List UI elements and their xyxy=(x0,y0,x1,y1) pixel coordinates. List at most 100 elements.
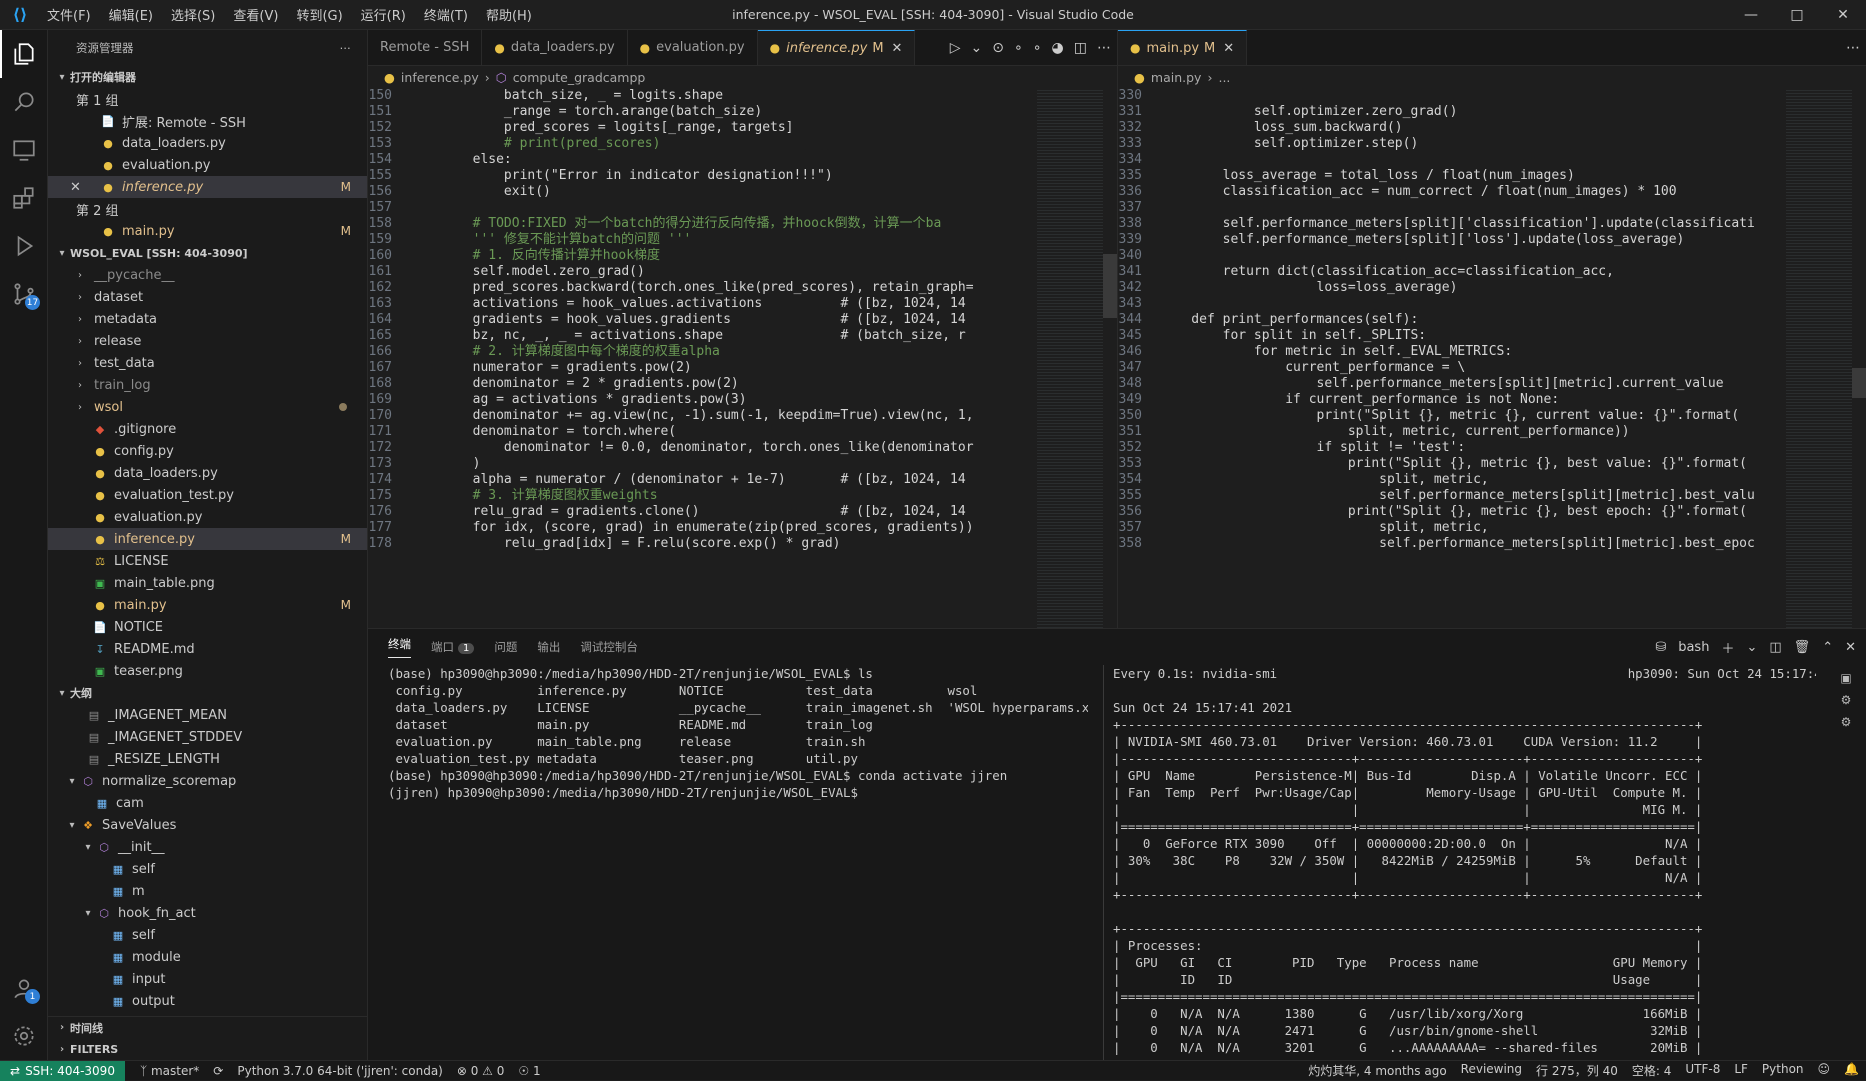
code-line[interactable]: 154 else: xyxy=(368,152,1117,168)
outline-item[interactable]: ▦ input xyxy=(48,968,367,990)
code-line[interactable]: 345 for split in self._SPLITS: xyxy=(1118,328,1866,344)
reviewing-status[interactable]: Reviewing xyxy=(1454,1062,1529,1079)
terminal-shell-label[interactable]: bash xyxy=(1678,640,1709,655)
sync-icon[interactable]: ⟳ xyxy=(206,1064,230,1078)
breadcrumb-symbol[interactable]: ... xyxy=(1218,70,1230,85)
folder-item[interactable]: › release xyxy=(48,330,367,352)
code-line[interactable]: 351 split, metric, current_performance)) xyxy=(1118,424,1866,440)
code-line[interactable]: 157 xyxy=(368,200,1117,216)
code-line[interactable]: 355 self.performance_meters[split][metri… xyxy=(1118,488,1866,504)
vertical-scrollbar[interactable] xyxy=(1103,88,1117,628)
code-area[interactable]: 330 331 self.optimizer.zero_grad() 332 los… xyxy=(1118,88,1866,628)
scrollbar-thumb[interactable] xyxy=(1852,368,1866,398)
git-next-icon[interactable]: ∘ xyxy=(1033,40,1042,56)
code-line[interactable]: 156 exit() xyxy=(368,184,1117,200)
code-line[interactable]: 173 ) xyxy=(368,456,1117,472)
source-control-icon[interactable]: 17 xyxy=(0,270,48,318)
minimize-icon[interactable]: — xyxy=(1728,0,1774,30)
code-line[interactable]: 176 relu_grad = gradients.clone() # ([bz… xyxy=(368,504,1117,520)
open-editor-item[interactable]: ● evaluation.py xyxy=(48,154,367,176)
close-panel-icon[interactable]: ✕ xyxy=(1845,640,1856,655)
code-line[interactable]: 356 print("Split {}, metric {}, best epo… xyxy=(1118,504,1866,520)
menu-file[interactable]: 文件(F) xyxy=(40,5,98,24)
breadcrumb-symbol[interactable]: compute_gradcampp xyxy=(513,70,646,85)
folder-item[interactable]: › train_log xyxy=(48,374,367,396)
terminal-right[interactable]: Every 0.1s: nvidia-smi hp3090: Sun Oct 2… xyxy=(1103,665,1816,1060)
tab-output[interactable]: 输出 xyxy=(537,639,560,655)
problems-indicator[interactable]: ⊗ 0 ⚠ 0 xyxy=(450,1064,512,1078)
cursor-position[interactable]: 行 275，列 40 xyxy=(1529,1062,1625,1079)
breadcrumb-file[interactable]: main.py xyxy=(1151,70,1202,85)
workspace-section[interactable]: ▾ WSOL_EVAL [SSH: 404-3090] xyxy=(48,242,367,264)
file-item[interactable]: ⚖ LICENSE xyxy=(48,550,367,572)
code-line[interactable]: 346 for metric in self._EVAL_METRICS: xyxy=(1118,344,1866,360)
git-lens-icon[interactable]: ◕ xyxy=(1052,40,1064,56)
code-line[interactable]: 358 self.performance_meters[split][metri… xyxy=(1118,536,1866,552)
menu-help[interactable]: 帮助(H) xyxy=(479,5,539,24)
explorer-icon[interactable] xyxy=(0,30,48,78)
code-line[interactable]: 334 xyxy=(1118,152,1866,168)
close-icon[interactable]: ✕ xyxy=(70,180,81,195)
close-icon[interactable]: ✕ xyxy=(892,41,903,56)
code-line[interactable]: 158 # TODO:FIXED 对一个batch的得分进行反向传播，并hooc… xyxy=(368,216,1117,232)
file-item[interactable]: ● main.py M xyxy=(48,594,367,616)
trash-icon[interactable]: 🗑 xyxy=(1794,640,1811,655)
file-item[interactable]: ▣ main_table.png xyxy=(48,572,367,594)
menu-run[interactable]: 运行(R) xyxy=(354,5,413,24)
code-line[interactable]: 153 # print(pred_scores) xyxy=(368,136,1117,152)
outline-item[interactable]: ▾ ⬡ normalize_scoremap xyxy=(48,770,367,792)
more-actions-icon[interactable]: ⋯ xyxy=(1846,40,1860,56)
code-line[interactable]: 330 xyxy=(1118,88,1866,104)
code-line[interactable]: 175 # 3. 计算梯度图权重weights xyxy=(368,488,1117,504)
code-line[interactable]: 337 xyxy=(1118,200,1866,216)
remote-indicator[interactable]: ⇄ SSH: 404-3090 xyxy=(0,1060,125,1081)
outline-item[interactable]: ▤ _IMAGENET_STDDEV xyxy=(48,726,367,748)
folder-item[interactable]: › test_data xyxy=(48,352,367,374)
code-line[interactable]: 152 pred_scores = logits[_range, targets… xyxy=(368,120,1117,136)
outline-item[interactable]: ▦ output xyxy=(48,990,367,1012)
file-item[interactable]: ● config.py xyxy=(48,440,367,462)
chevron-down-icon[interactable]: ⌄ xyxy=(971,40,983,56)
run-icon[interactable]: ▷ xyxy=(950,40,961,56)
code-line[interactable]: 331 self.optimizer.zero_grad() xyxy=(1118,104,1866,120)
code-line[interactable]: 348 self.performance_meters[split][metri… xyxy=(1118,376,1866,392)
tab-main[interactable]: ● main.py M ✕ xyxy=(1118,30,1248,65)
tab-debug-console[interactable]: 调试控制台 xyxy=(580,639,638,655)
code-line[interactable]: 353 print("Split {}, metric {}, best val… xyxy=(1118,456,1866,472)
outline-item[interactable]: ▾ ⬡ hook_fn_act xyxy=(48,902,367,924)
code-line[interactable]: 161 self.model.zero_grad() xyxy=(368,264,1117,280)
file-item[interactable]: ● evaluation_test.py xyxy=(48,484,367,506)
terminal-instance-icon[interactable]: ⚙ xyxy=(1841,715,1852,729)
tab-evaluation[interactable]: ● evaluation.py xyxy=(628,30,758,65)
code-line[interactable]: 172 denominator != 0.0, denominator, tor… xyxy=(368,440,1117,456)
code-line[interactable]: 150 batch_size, _ = logits.shape xyxy=(368,88,1117,104)
tab-problems[interactable]: 问题 xyxy=(494,639,517,655)
file-item[interactable]: ↧ README.md xyxy=(48,638,367,660)
run-debug-icon[interactable] xyxy=(0,222,48,270)
split-editor-icon[interactable]: ◫ xyxy=(1074,40,1087,56)
code-line[interactable]: 164 gradients = hook_values.gradients # … xyxy=(368,312,1117,328)
git-branch[interactable]: ᛉ master* xyxy=(133,1064,206,1078)
tab-terminal[interactable]: 终端 xyxy=(388,636,411,658)
end-of-line[interactable]: LF xyxy=(1727,1062,1755,1079)
code-line[interactable]: 332 loss_sum.backward() xyxy=(1118,120,1866,136)
code-line[interactable]: 178 relu_grad[idx] = F.relu(score.exp() … xyxy=(368,536,1117,552)
close-icon[interactable]: ✕ xyxy=(1223,41,1234,56)
code-line[interactable]: 344 def print_performances(self): xyxy=(1118,312,1866,328)
code-line[interactable]: 160 # 1. 反向传播计算并hook梯度 xyxy=(368,248,1117,264)
code-area[interactable]: 150 batch_size, _ = logits.shape 151 _ran… xyxy=(368,88,1117,628)
code-line[interactable]: 162 pred_scores.backward(torch.ones_like… xyxy=(368,280,1117,296)
code-line[interactable]: 350 print("Split {}, metric {}, current … xyxy=(1118,408,1866,424)
git-compare-icon[interactable]: ∘ xyxy=(1014,40,1023,56)
timeline-icon[interactable]: ⊙ xyxy=(992,40,1004,56)
open-editors-section[interactable]: ▾ 打开的编辑器 xyxy=(48,66,367,88)
code-line[interactable]: 336 classification_acc = num_correct / f… xyxy=(1118,184,1866,200)
tab-inference[interactable]: ● inference.py M ✕ xyxy=(757,30,916,65)
code-line[interactable]: 343 xyxy=(1118,296,1866,312)
outline-section[interactable]: ▾ 大纲 xyxy=(48,682,367,704)
code-line[interactable]: 342 loss=loss_average) xyxy=(1118,280,1866,296)
menu-go[interactable]: 转到(G) xyxy=(289,5,349,24)
file-item[interactable]: ● data_loaders.py xyxy=(48,462,367,484)
file-item[interactable]: ● evaluation.py xyxy=(48,506,367,528)
folder-item[interactable]: › wsol xyxy=(48,396,367,418)
